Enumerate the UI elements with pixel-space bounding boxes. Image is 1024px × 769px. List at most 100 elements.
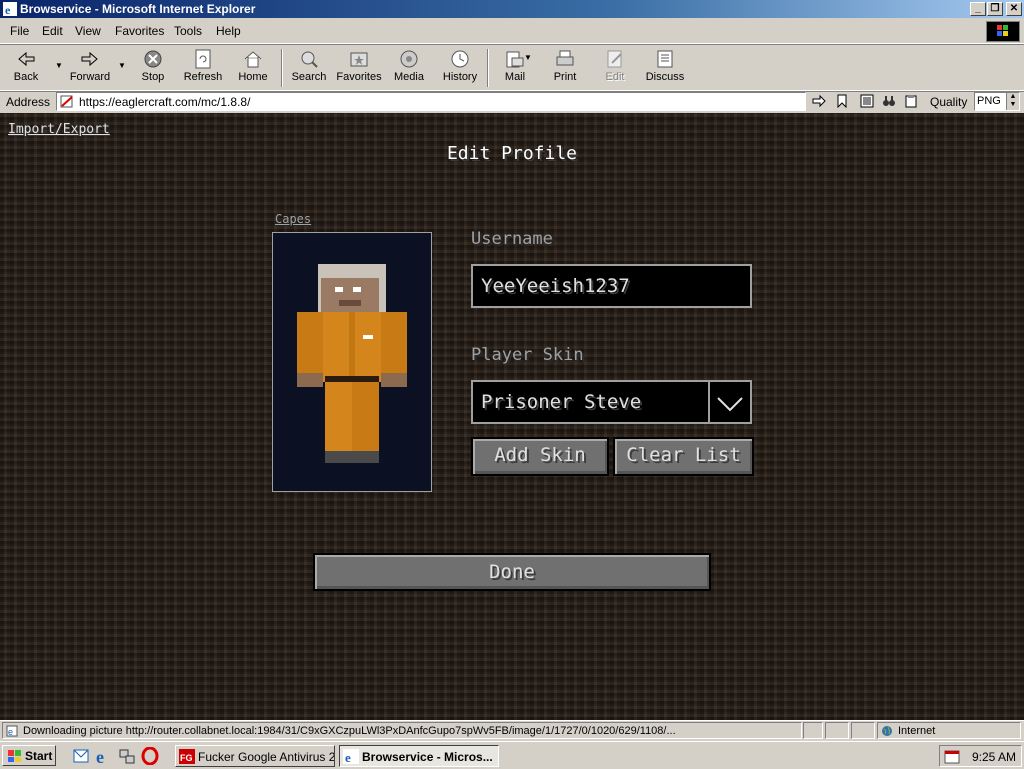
refresh-label: Refresh	[183, 71, 223, 83]
favorites-button[interactable]: Favorites	[335, 47, 383, 87]
svg-text:FG: FG	[180, 753, 193, 763]
home-label: Home	[238, 71, 268, 83]
search-icon	[301, 51, 318, 68]
edit-button[interactable]: Edit	[596, 47, 634, 87]
edit-label: Edit	[605, 71, 625, 83]
scheduler-icon[interactable]	[944, 749, 960, 764]
svg-text:e: e	[5, 3, 11, 16]
quality-value: PNG	[977, 95, 1001, 107]
clock[interactable]: 9:25 AM	[972, 750, 1016, 764]
history-button[interactable]: History	[440, 47, 480, 87]
taskbar-item-browservice[interactable]: e Browservice - Micros...	[339, 745, 499, 767]
mail-label: Mail	[504, 71, 526, 83]
stop-button[interactable]: Stop	[136, 47, 170, 87]
network-icon[interactable]	[118, 747, 136, 765]
menu-help[interactable]: Help	[216, 24, 241, 38]
discuss-label: Discuss	[645, 71, 685, 83]
print-button[interactable]: Print	[546, 47, 584, 87]
toolbar-separator	[487, 49, 489, 87]
status-text: Downloading picture http://router.collab…	[23, 725, 676, 737]
player-skin-value: Prisoner Steve	[481, 391, 642, 413]
window-title: Browservice - Microsoft Internet Explore…	[20, 2, 256, 16]
history-icon	[451, 50, 469, 68]
menu-file[interactable]: File	[10, 24, 29, 38]
page-loading-icon: e	[6, 725, 18, 737]
chevron-down-icon[interactable]	[708, 382, 750, 422]
status-pane	[851, 722, 875, 739]
system-tray: 9:25 AM	[939, 745, 1022, 767]
history-label: History	[442, 71, 478, 83]
import-export-link[interactable]: Import/Export	[8, 122, 110, 137]
stop-icon	[144, 50, 162, 68]
opera-icon[interactable]	[141, 747, 159, 765]
restore-button[interactable]: ❐	[987, 2, 1003, 16]
start-button[interactable]: Start	[2, 745, 56, 766]
home-icon	[244, 51, 262, 68]
player-skin-label: Player Skin	[471, 345, 584, 365]
username-value: YeeYeeish1237	[481, 275, 630, 297]
favorites-label: Favorites	[336, 71, 382, 83]
internet-explorer-icon: e	[343, 749, 359, 764]
menu-bar: File Edit View Favorites Tools Help	[0, 19, 1024, 44]
windows-logo-icon	[986, 21, 1020, 42]
username-input[interactable]: YeeYeeish1237	[471, 264, 752, 308]
minimize-button[interactable]: _	[970, 2, 986, 16]
menu-view[interactable]: View	[75, 24, 101, 38]
app-icon: FG	[179, 749, 195, 764]
image-icon[interactable]	[860, 94, 874, 108]
edit-icon	[607, 50, 622, 68]
menu-tools[interactable]: Tools	[174, 24, 202, 38]
svg-text:e: e	[345, 750, 351, 764]
game-viewport[interactable]: Import/Export Edit Profile Capes Usernam…	[0, 113, 1024, 720]
address-input[interactable]: https://eaglercraft.com/mc/1.8.8/	[56, 92, 806, 111]
quality-spinner-icon[interactable]: ▲ ▼	[1006, 93, 1019, 110]
task-label: Fucker Google Antivirus 2...	[198, 750, 335, 764]
page-broken-icon	[60, 95, 73, 108]
print-label: Print	[553, 71, 577, 83]
discuss-button[interactable]: Discuss	[644, 47, 686, 87]
refresh-icon	[195, 49, 211, 69]
username-label: Username	[471, 229, 553, 249]
status-pane	[803, 722, 823, 739]
add-skin-button[interactable]: Add Skin	[471, 437, 609, 476]
discuss-icon	[657, 50, 673, 68]
quality-select[interactable]: PNG ▲ ▼	[974, 92, 1020, 111]
taskbar-item-antivirus[interactable]: FG Fucker Google Antivirus 2...	[175, 745, 335, 767]
forward-button[interactable]: Forward	[68, 47, 112, 87]
bookmark-icon[interactable]	[835, 94, 849, 108]
stop-label: Stop	[141, 71, 165, 83]
refresh-button[interactable]: Refresh	[180, 47, 226, 87]
close-button[interactable]: ✕	[1006, 2, 1022, 16]
clipboard-icon[interactable]	[904, 94, 918, 108]
address-bar: Address https://eaglercraft.com/mc/1.8.8…	[0, 90, 1024, 114]
forward-label: Forward	[69, 71, 111, 83]
binoculars-icon[interactable]	[882, 94, 896, 108]
windows-flag-icon	[8, 750, 21, 762]
media-button[interactable]: Media	[390, 47, 428, 87]
menu-favorites[interactable]: Favorites	[115, 24, 164, 38]
title-bar: e Browservice - Microsoft Internet Explo…	[0, 0, 1024, 18]
search-button[interactable]: Search	[289, 47, 329, 87]
back-button[interactable]: Back	[8, 47, 44, 87]
go-arrow-icon[interactable]	[812, 94, 826, 108]
back-dropdown-icon[interactable]: ▼	[55, 61, 63, 70]
back-label: Back	[13, 71, 39, 83]
done-button[interactable]: Done	[313, 553, 711, 591]
address-label: Address	[6, 95, 51, 109]
clear-list-button[interactable]: Clear List	[613, 437, 754, 476]
media-label: Media	[394, 71, 424, 83]
mail-icon	[506, 51, 524, 68]
player-skin-select[interactable]: Prisoner Steve	[471, 380, 752, 424]
skin-preview[interactable]	[272, 232, 432, 492]
forward-dropdown-icon[interactable]: ▼	[118, 61, 126, 70]
menu-edit[interactable]: Edit	[42, 24, 63, 38]
mail-dropdown-icon[interactable]: ▼	[524, 53, 532, 62]
home-button[interactable]: Home	[234, 47, 272, 87]
favorites-icon	[350, 52, 368, 67]
capes-link[interactable]: Capes	[275, 212, 311, 226]
status-pane	[825, 722, 849, 739]
forward-arrow-icon	[81, 51, 98, 67]
quality-label: Quality	[930, 95, 968, 109]
internet-explorer-icon[interactable]: e	[95, 747, 113, 765]
outlook-icon[interactable]	[72, 747, 90, 765]
